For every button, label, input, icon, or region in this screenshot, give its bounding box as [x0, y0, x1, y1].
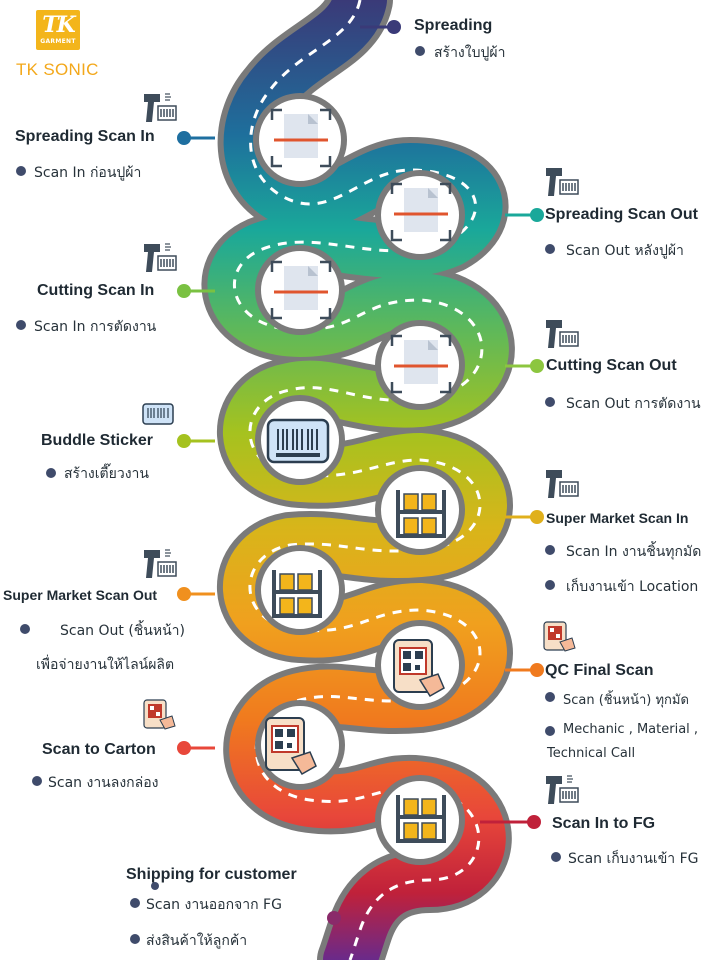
bullet-dot	[545, 580, 555, 590]
step-desc: Scan Out หลังปูผ้า	[566, 243, 684, 259]
step-desc: Scan Out (ชิ้นหน้า)	[60, 623, 185, 639]
barcode-scanner-icon	[546, 168, 579, 196]
barcode-scanner-icon	[546, 470, 579, 498]
logo-mark: TK	[42, 12, 76, 38]
step-title-super-market-scan-out: Super Market Scan Out	[3, 587, 158, 603]
bullet-dot	[545, 692, 555, 702]
bullet-dot	[545, 397, 555, 407]
step-title-qc-final-scan: QC Final Scan	[545, 662, 654, 679]
barcode-scanner-icon	[144, 243, 177, 272]
phone-qr-icon	[143, 699, 176, 730]
bullet-dot	[130, 898, 140, 908]
step-title-cutting-scan-out: Cutting Scan Out	[546, 357, 677, 374]
step-desc: Scan In งานชิ้นทุกมัด	[566, 544, 702, 560]
bullet-dot	[545, 545, 555, 555]
step-title-shipping-for-customer: Shipping for customer	[126, 866, 297, 883]
barcode-scanner-icon	[144, 549, 177, 578]
bullet-dot	[545, 244, 555, 254]
step-desc: ส่งสินค้าให้ลูกค้า	[146, 933, 248, 949]
step-title-buddle-sticker: Buddle Sticker	[41, 432, 154, 449]
step-desc: Mechanic , Material ,	[563, 722, 699, 737]
logo-caption: GARMENT	[40, 38, 76, 45]
step-title-spreading-scan-in: Spreading Scan In	[15, 128, 155, 145]
bullet-dot	[32, 776, 42, 786]
step-desc: Scan In การตัดงาน	[34, 319, 157, 335]
bullet-dot	[545, 726, 555, 736]
step-title-scan-to-carton: Scan to Carton	[42, 741, 156, 758]
step-desc: Technical Call	[547, 746, 636, 761]
bullet-dot	[551, 852, 561, 862]
step-desc: Scan In ก่อนปูผ้า	[34, 165, 142, 181]
tk-garment-logo: TK GARMENT	[36, 10, 80, 50]
step-desc: Scan Out การตัดงาน	[566, 396, 701, 412]
step-title-spreading: Spreading	[414, 17, 493, 34]
barcode-scanner-icon	[546, 775, 579, 804]
step-title-scan-in-to-fg: Scan In to FG	[552, 815, 656, 832]
step-desc: สร้างเตี๊ยวงาน	[64, 466, 149, 482]
step-desc: Scan งานลงกล่อง	[48, 775, 159, 791]
bullet-dot	[415, 46, 425, 56]
bullet-dot	[16, 166, 26, 176]
step-desc: เพื่อจ่ายงานให้ไลน์ผลิต	[36, 657, 175, 673]
step-desc: Scan (ชิ้นหน้า) ทุกมัด	[563, 693, 689, 708]
step-title-cutting-scan-in: Cutting Scan In	[37, 282, 155, 299]
brand-name: TK SONIC	[16, 60, 99, 79]
step-desc: Scan เก็บงานเข้า FG	[568, 851, 699, 867]
barcode-label-icon	[142, 403, 174, 425]
step-desc: สร้างใบปูผ้า	[434, 45, 506, 61]
barcode-scanner-icon	[546, 320, 579, 348]
step-desc: Scan งานออกจาก FG	[146, 897, 282, 913]
bullet-dot	[46, 468, 56, 478]
step-title-spreading-scan-out: Spreading Scan Out	[545, 206, 698, 223]
step-desc: เก็บงานเข้า Location	[566, 579, 699, 595]
bullet-dot	[151, 882, 159, 890]
bullet-dot	[130, 934, 140, 944]
step-title-super-market-scan-in: Super Market Scan In	[546, 510, 689, 526]
barcode-sticker-icon	[266, 418, 330, 464]
bullet-dot	[16, 320, 26, 330]
phone-qr-icon	[543, 621, 576, 652]
bullet-dot	[20, 624, 30, 634]
barcode-scanner-icon	[144, 93, 177, 122]
